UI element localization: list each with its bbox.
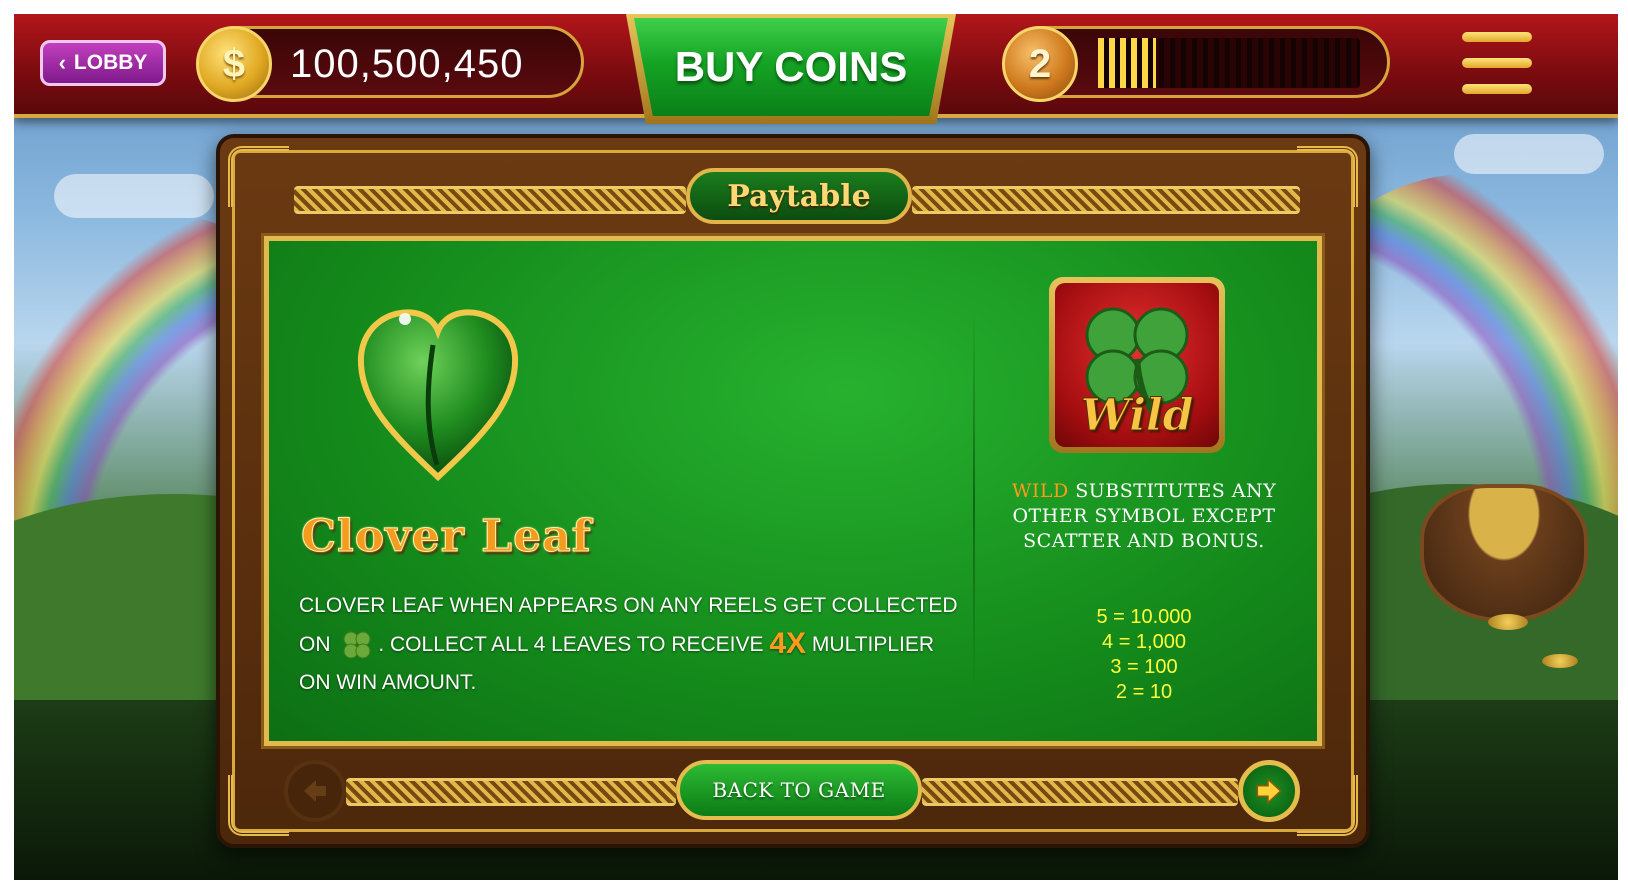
hamburger-menu-icon[interactable] [1462,32,1532,94]
description-text: on [299,633,331,656]
wild-symbol-icon: Wild [1049,277,1225,453]
cloud [54,174,214,218]
description-text: . collect all 4 leaves to receive [378,633,764,656]
level-badge: 2 [1002,26,1078,102]
celtic-knot-band [912,186,1300,214]
payout-row: 3 = 100 [1110,656,1178,678]
multiplier-value: 4x [769,627,807,660]
pot-of-gold [1420,484,1588,622]
cloud [1454,134,1604,174]
paytable-content: Clover Leaf Clover leaf when appears on … [261,233,1325,749]
lobby-button[interactable]: ‹ LOBBY [40,40,166,86]
gold-coin [1488,614,1528,630]
celtic-corner-ornament [1297,146,1358,207]
celtic-knot-band [922,778,1238,806]
four-leaf-clover-icon [343,631,371,659]
wild-payouts: 5 = 10.000 4 = 1,000 3 = 100 2 = 10 [1009,605,1279,705]
buy-coins-button[interactable]: BUY COINS [626,14,956,124]
celtic-knot-band [294,186,686,214]
lobby-label: LOBBY [73,51,148,74]
column-divider [973,311,975,691]
buy-coins-label: BUY COINS [634,18,948,116]
arrow-left-icon [304,780,326,802]
payout-row: 4 = 1,000 [1102,631,1186,653]
game-viewport: ‹ LOBBY $ 100,500,450 BUY COINS 2 Paytab… [14,14,1618,880]
paytable-panel: Paytable Clover Leaf Clover leaf when ap… [216,134,1370,848]
next-page-button[interactable] [1238,760,1300,822]
arrow-right-icon [1256,777,1282,805]
description-line: on . collect all 4 leaves to receive 4x … [299,625,959,664]
payout-row: 2 = 10 [1115,681,1173,703]
gold-coin [1542,654,1578,668]
back-to-game-button[interactable]: BACK TO GAME [676,760,922,820]
celtic-corner-ornament [228,775,289,836]
clover-leaf-symbol-icon [357,309,519,482]
celtic-corner-ornament [1297,775,1358,836]
description-line: on win amount. [299,671,477,694]
celtic-corner-ornament [228,146,289,207]
wild-icon-label: Wild [1080,390,1194,442]
symbol-description: Clover leaf when appears on any reels ge… [299,587,959,702]
coin-balance: 100,500,450 [290,42,524,86]
previous-page-button[interactable] [284,760,346,822]
symbol-name: Clover Leaf [301,511,592,563]
xp-progress-fill [1098,38,1156,88]
xp-progress-bar [1098,38,1360,88]
description-text: multiplier [811,633,935,656]
wild-description: WILD SUBSTITUTES ANY OTHER SYMBOL EXCEPT… [1009,479,1279,554]
description-line: Clover leaf when appears on any reels ge… [299,594,958,617]
chevron-left-icon: ‹ [58,50,66,75]
paytable-title: Paytable [686,168,912,224]
celtic-knot-band [346,778,676,806]
payout-row: 5 = 10.000 [1096,606,1192,628]
top-bar: ‹ LOBBY $ 100,500,450 BUY COINS 2 [14,14,1618,124]
wild-keyword: WILD [1011,480,1069,502]
dollar-coin-icon: $ [196,26,272,102]
